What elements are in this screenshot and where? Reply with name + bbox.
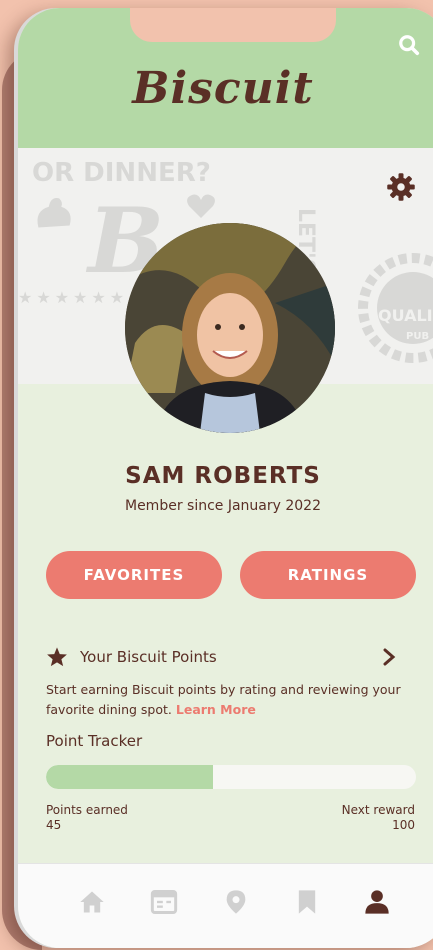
point-progress-fill xyxy=(46,765,213,789)
menu-icon[interactable] xyxy=(150,888,178,916)
quality-badge: QUALI PUB xyxy=(358,253,433,363)
ratings-button[interactable]: RATINGS xyxy=(240,551,416,599)
bookmark-icon[interactable] xyxy=(293,888,321,916)
chevron-right-icon[interactable] xyxy=(382,648,396,666)
phone-screen: Biscuit OR DINNER? B LET'S EAT ★★★★★★ QU… xyxy=(18,8,433,948)
pub-text: PUB xyxy=(406,331,429,342)
point-tracker-title: Point Tracker xyxy=(46,732,143,750)
chicken-icon xyxy=(37,198,71,228)
avatar[interactable] xyxy=(125,223,335,433)
location-pin-icon[interactable] xyxy=(222,888,250,916)
search-icon[interactable] xyxy=(398,34,420,56)
points-title: Your Biscuit Points xyxy=(80,648,217,666)
bottom-tab-bar xyxy=(18,863,433,948)
favorites-button[interactable]: FAVORITES xyxy=(46,551,222,599)
profile-name: SAM ROBERTS xyxy=(125,463,321,489)
banner-text: OR DINNER? xyxy=(32,158,211,188)
point-progress-bar xyxy=(46,765,416,789)
notch xyxy=(130,8,336,42)
next-reward-label: Next reward xyxy=(341,803,415,817)
points-description: Start earning Biscuit points by rating a… xyxy=(46,680,406,720)
heart-icon xyxy=(187,194,215,218)
banner-stars: ★★★★★★ xyxy=(18,288,129,307)
learn-more-link[interactable]: Learn More xyxy=(176,702,256,717)
app-logo: Biscuit xyxy=(132,63,314,114)
member-since: Member since January 2022 xyxy=(124,498,321,514)
user-icon[interactable] xyxy=(363,888,391,916)
star-icon xyxy=(47,647,67,667)
home-icon[interactable] xyxy=(78,888,106,916)
gear-icon[interactable] xyxy=(386,172,416,202)
biscuit-points-row[interactable]: Your Biscuit Points xyxy=(46,644,396,670)
next-reward-value: 100 xyxy=(392,818,415,832)
quality-text: QUALI xyxy=(378,306,433,325)
avatar-photo xyxy=(125,223,335,433)
